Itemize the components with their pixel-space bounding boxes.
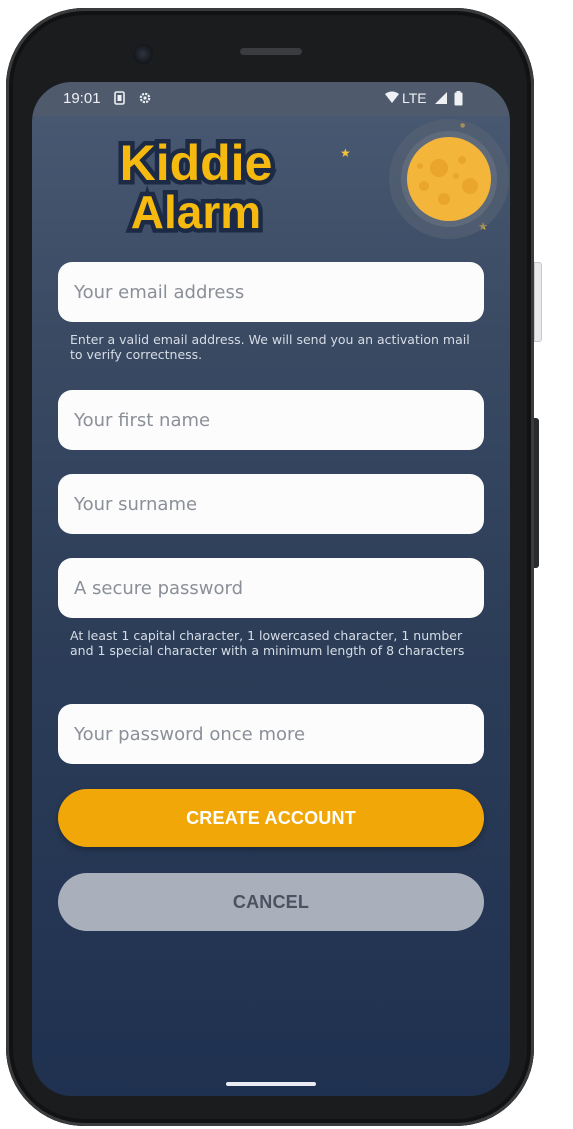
email-input[interactable]	[72, 280, 470, 304]
signal-icon	[434, 91, 448, 108]
wifi-icon	[384, 91, 400, 107]
password-input[interactable]	[72, 576, 470, 600]
front-camera-icon	[133, 44, 155, 66]
email-hint: Enter a valid email address. We will sen…	[70, 332, 470, 362]
power-button	[534, 262, 542, 342]
email-field[interactable]	[58, 262, 484, 322]
app-logo: Kiddie Alarm	[108, 130, 284, 243]
password-hint: At least 1 capital character, 1 lowercas…	[70, 628, 465, 658]
volume-button	[534, 418, 539, 568]
sim-card-icon	[114, 91, 125, 108]
battery-icon	[454, 91, 463, 109]
create-account-button[interactable]: CREATE ACCOUNT	[58, 789, 484, 847]
surname-input[interactable]	[72, 492, 470, 516]
first-name-input[interactable]	[72, 408, 470, 432]
password-confirm-field[interactable]	[58, 704, 484, 764]
first-name-field[interactable]	[58, 390, 484, 450]
star-icon: ★	[340, 146, 351, 160]
gear-icon	[138, 91, 152, 108]
logo-line-1: Kiddie	[120, 135, 273, 191]
app-screen: 19:01 LTE Kiddie Alarm ★ ★ ●	[32, 82, 510, 1096]
password-confirm-input[interactable]	[72, 722, 470, 746]
home-indicator[interactable]	[226, 1082, 316, 1086]
earpiece-speaker	[240, 48, 302, 55]
network-label: LTE	[402, 90, 427, 106]
surname-field[interactable]	[58, 474, 484, 534]
password-field[interactable]	[58, 558, 484, 618]
cancel-button[interactable]: CANCEL	[58, 873, 484, 931]
moon-icon	[384, 116, 510, 246]
status-bar: 19:01 LTE	[32, 82, 510, 116]
status-time: 19:01	[63, 90, 101, 107]
logo-line-2: Alarm	[131, 186, 261, 234]
